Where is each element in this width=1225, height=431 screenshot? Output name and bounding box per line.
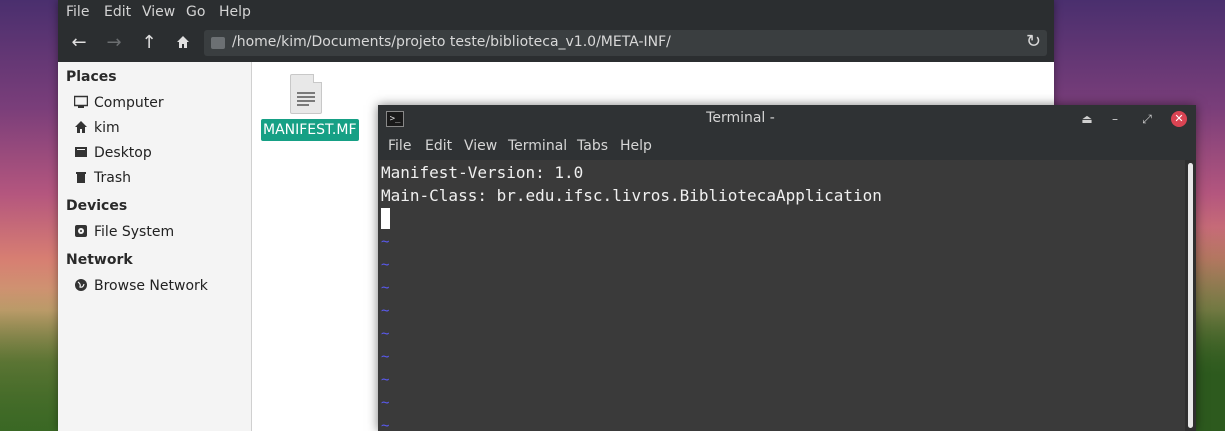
sidebar-item-label: Trash xyxy=(94,170,131,186)
places-header: Places xyxy=(66,69,117,85)
text-cursor xyxy=(381,208,390,229)
folder-icon xyxy=(211,37,225,49)
trash-icon xyxy=(74,170,88,184)
sidebar-item-file-system[interactable]: File System xyxy=(74,224,174,244)
fm-menu-help[interactable]: Help xyxy=(219,4,251,20)
fm-menu-edit[interactable]: Edit xyxy=(104,4,131,20)
fm-menu-file[interactable]: File xyxy=(66,4,89,20)
computer-icon xyxy=(73,95,89,109)
sidebar-item-label: Desktop xyxy=(94,145,152,161)
term-menu-view[interactable]: View xyxy=(464,138,497,154)
location-path: /home/kim/Documents/projeto teste/biblio… xyxy=(232,34,671,50)
sidebar-item-label: Browse Network xyxy=(94,278,208,294)
terminal-output[interactable]: Manifest-Version: 1.0 Main-Class: br.edu… xyxy=(378,160,1185,431)
fm-menu-go[interactable]: Go xyxy=(186,4,205,20)
drive-icon xyxy=(74,224,88,238)
terminal-title: Terminal - xyxy=(706,110,775,126)
terminal-line: Manifest-Version: 1.0 xyxy=(381,163,584,182)
empty-line-marker: ~ xyxy=(381,349,390,365)
empty-line-marker: ~ xyxy=(381,418,390,431)
devices-header: Devices xyxy=(66,198,128,214)
term-menu-help[interactable]: Help xyxy=(620,138,652,154)
empty-line-marker: ~ xyxy=(381,280,390,296)
sidebar-item-trash[interactable]: Trash xyxy=(74,170,131,190)
sidebar-item-browse-network[interactable]: Browse Network xyxy=(74,278,208,298)
sidebar-item-label: kim xyxy=(94,120,120,136)
term-menu-tabs[interactable]: Tabs xyxy=(577,138,608,154)
empty-line-marker: ~ xyxy=(381,257,390,273)
sidebar-item-label: File System xyxy=(94,224,175,240)
terminal-line: Main-Class: br.edu.ifsc.livros.Bibliotec… xyxy=(381,186,882,205)
sidebar-item-label: Computer xyxy=(94,95,164,111)
fm-sidebar: Places Computer kim Desktop Trash Device… xyxy=(58,62,252,431)
empty-line-marker: ~ xyxy=(381,372,390,388)
term-menu-terminal[interactable]: Terminal xyxy=(508,138,567,154)
back-arrow-icon[interactable]: ← xyxy=(66,30,92,56)
empty-line-marker: ~ xyxy=(381,234,390,250)
fm-menu-view[interactable]: View xyxy=(142,4,175,20)
terminal-titlebar[interactable]: >_ Terminal - ⏏ – ⤢ ✕ xyxy=(378,105,1196,133)
file-name-label: MANIFEST.MF xyxy=(261,119,359,141)
home-icon xyxy=(74,120,88,134)
desktop-icon xyxy=(74,145,88,159)
terminal-scrollbar[interactable] xyxy=(1185,160,1196,431)
minimize-icon[interactable]: – xyxy=(1105,109,1125,129)
home-icon[interactable] xyxy=(170,30,196,56)
empty-line-marker: ~ xyxy=(381,326,390,342)
network-header: Network xyxy=(66,252,133,268)
maximize-icon[interactable]: ⤢ xyxy=(1137,109,1157,129)
term-menu-file[interactable]: File xyxy=(388,138,411,154)
eject-icon[interactable]: ⏏ xyxy=(1077,109,1097,129)
scrollbar-thumb[interactable] xyxy=(1188,163,1193,428)
forward-arrow-icon[interactable]: → xyxy=(101,30,127,56)
sidebar-item-desktop[interactable]: Desktop xyxy=(74,145,152,165)
empty-line-marker: ~ xyxy=(381,303,390,319)
terminal-menubar: File Edit View Terminal Tabs Help xyxy=(378,133,1196,160)
close-icon[interactable]: ✕ xyxy=(1171,111,1187,127)
up-arrow-icon[interactable]: ↑ xyxy=(136,30,162,56)
terminal-window: >_ Terminal - ⏏ – ⤢ ✕ File Edit View Ter… xyxy=(378,105,1196,431)
fm-menubar: File Edit View Go Help xyxy=(58,0,1054,24)
text-file-icon xyxy=(290,74,322,114)
fm-toolbar: ← → ↑ /home/kim/Documents/projeto teste/… xyxy=(58,24,1054,62)
empty-line-marker: ~ xyxy=(381,395,390,411)
location-bar[interactable]: /home/kim/Documents/projeto teste/biblio… xyxy=(204,30,1047,56)
sidebar-item-kim[interactable]: kim xyxy=(74,120,120,140)
globe-icon xyxy=(74,278,88,292)
reload-icon[interactable]: ↻ xyxy=(1026,31,1041,52)
sidebar-item-computer[interactable]: Computer xyxy=(73,95,164,115)
term-menu-edit[interactable]: Edit xyxy=(425,138,452,154)
